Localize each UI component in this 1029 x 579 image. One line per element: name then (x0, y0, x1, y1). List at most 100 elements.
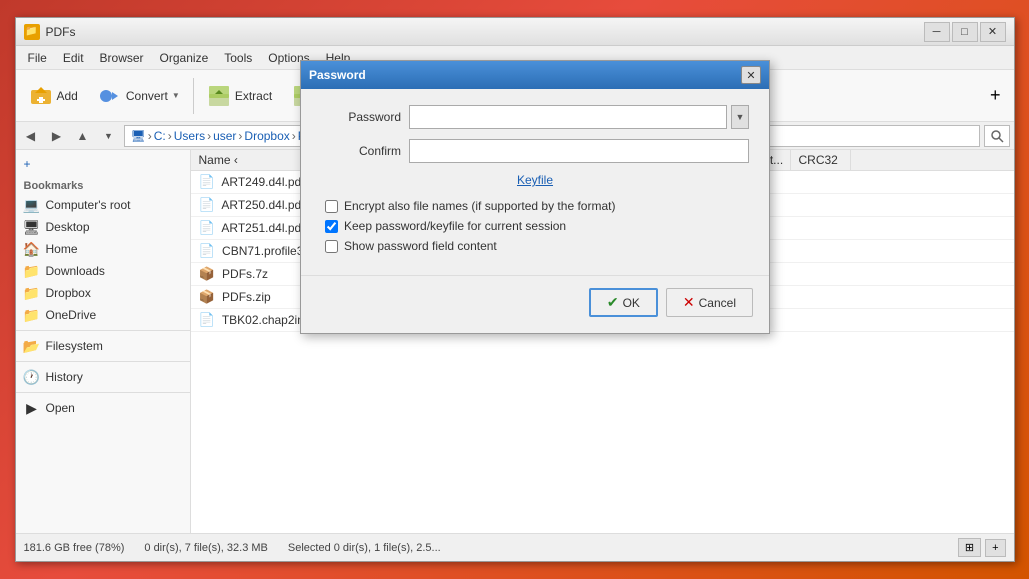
desktop-icon: 🖥 (24, 219, 40, 235)
show-password-checkbox[interactable] (325, 240, 338, 253)
sidebar-item-onedrive[interactable]: 📁 OneDrive (16, 304, 190, 326)
convert-button[interactable]: Convert ▼ (89, 76, 189, 116)
path-users[interactable]: Users (174, 129, 205, 143)
add-icon (29, 84, 53, 108)
file-crc-2 (791, 225, 851, 231)
onedrive-icon: 📁 (24, 307, 40, 323)
show-password-label: Show password field content (344, 239, 497, 253)
pdf-icon-2: 📄 (199, 220, 215, 235)
extract-icon (207, 84, 231, 108)
title-bar: 📁 PDFs ─ □ ✕ (16, 18, 1014, 46)
dropdown-button[interactable]: ▼ (98, 125, 120, 147)
menu-organize[interactable]: Organize (152, 49, 217, 67)
path-computer-icon: 🖥 (131, 129, 146, 143)
path-dropbox[interactable]: Dropbox (244, 129, 289, 143)
sidebar-item-computer-root[interactable]: 💻 Computer's root (16, 194, 190, 216)
file-crc-6 (791, 317, 851, 323)
sidebar-item-open[interactable]: ▶ Open (16, 397, 190, 419)
dialog-title: Password (309, 68, 741, 82)
toolbar-sep-1 (193, 78, 194, 114)
password-dropdown-button[interactable]: ▼ (731, 105, 749, 129)
pdf-icon-6: 📄 (199, 312, 215, 327)
cancel-x-icon: ✕ (683, 294, 695, 311)
minimize-button[interactable]: ─ (924, 22, 950, 42)
sidebar-item-desktop[interactable]: 🖥 Desktop (16, 216, 190, 238)
sidebar-item-history-label: History (46, 370, 83, 384)
dialog-close-button[interactable]: ✕ (741, 66, 761, 84)
extract-button[interactable]: Extract (198, 76, 281, 116)
search-box[interactable] (984, 125, 1010, 147)
password-dialog: Password ✕ Password ▼ Confirm Keyfile (300, 60, 770, 334)
sidebar-item-downloads[interactable]: 📁 Downloads (16, 260, 190, 282)
keyfile-link-row: Keyfile (321, 173, 749, 187)
maximize-button[interactable]: □ (952, 22, 978, 42)
encrypt-names-checkbox[interactable] (325, 200, 338, 213)
keyfile-link[interactable]: Keyfile (517, 173, 553, 187)
confirm-input[interactable] (409, 139, 749, 163)
archive-icon-4: 📦 (199, 266, 215, 281)
sidebar-item-filesystem[interactable]: 📂 Filesystem (16, 335, 190, 357)
dialog-buttons: ✔ OK ✕ Cancel (301, 275, 769, 333)
sidebar-item-open-label: Open (46, 401, 75, 415)
up-button[interactable]: ▲ (72, 125, 94, 147)
file-crc-1 (791, 202, 851, 208)
password-input-wrapper: ▼ (409, 105, 749, 129)
encrypt-names-row: Encrypt also file names (if supported by… (321, 199, 749, 213)
sidebar: + Bookmarks 💻 Computer's root 🖥 Desktop … (16, 150, 191, 533)
open-icon: ▶ (24, 400, 40, 416)
file-crc-4 (791, 271, 851, 277)
password-input[interactable] (409, 105, 727, 129)
window-title: PDFs (46, 25, 924, 39)
pdf-icon-3: 📄 (199, 243, 215, 258)
sidebar-bookmarks-label: Bookmarks (16, 178, 190, 194)
sidebar-item-filesystem-label: Filesystem (46, 339, 103, 353)
sidebar-item-home[interactable]: 🏠 Home (16, 238, 190, 260)
confirm-input-wrapper (409, 139, 749, 163)
password-field-row: Password ▼ (321, 105, 749, 129)
menu-tools[interactable]: Tools (216, 49, 260, 67)
archive-icon-5: 📦 (199, 289, 215, 304)
menu-file[interactable]: File (20, 49, 55, 67)
sidebar-item-computer-root-label: Computer's root (46, 198, 131, 212)
disk-info: 181.6 GB free (78%) (24, 542, 125, 554)
sidebar-divider-2 (16, 361, 190, 362)
menu-edit[interactable]: Edit (55, 49, 92, 67)
convert-label: Convert (126, 89, 168, 103)
dialog-body: Password ▼ Confirm Keyfile Encrypt also … (301, 89, 769, 275)
extract-label: Extract (235, 89, 272, 103)
sidebar-add-button[interactable]: + (16, 154, 190, 174)
home-icon: 🏠 (24, 241, 40, 257)
convert-dropdown-arrow: ▼ (172, 91, 180, 100)
col-header-crc[interactable]: CRC32 (791, 150, 851, 170)
confirm-label: Confirm (321, 144, 401, 158)
add-button[interactable]: Add (20, 76, 87, 116)
keep-password-checkbox[interactable] (325, 220, 338, 233)
cancel-label: Cancel (699, 296, 736, 310)
show-password-row: Show password field content (321, 239, 749, 253)
sidebar-item-dropbox[interactable]: 📁 Dropbox (16, 282, 190, 304)
sidebar-divider-3 (16, 392, 190, 393)
toolbar-add-btn[interactable]: + (981, 76, 1010, 116)
menu-browser[interactable]: Browser (92, 49, 152, 67)
window-controls: ─ □ ✕ (924, 22, 1006, 42)
password-label: Password (321, 110, 401, 124)
dialog-cancel-button[interactable]: ✕ Cancel (666, 288, 753, 317)
path-c[interactable]: C: (154, 129, 166, 143)
forward-button[interactable]: ▶ (46, 125, 68, 147)
pdf-icon-0: 📄 (199, 174, 215, 189)
sidebar-item-downloads-label: Downloads (46, 264, 105, 278)
sidebar-item-history[interactable]: 🕐 History (16, 366, 190, 388)
dialog-ok-button[interactable]: ✔ OK (589, 288, 658, 317)
keep-password-row: Keep password/keyfile for current sessio… (321, 219, 749, 233)
selected-info: Selected 0 dir(s), 1 file(s), 2.5... (288, 542, 441, 554)
downloads-folder-icon: 📁 (24, 263, 40, 279)
path-user[interactable]: user (213, 129, 236, 143)
encrypt-names-label: Encrypt also file names (if supported by… (344, 199, 615, 213)
close-button[interactable]: ✕ (980, 22, 1006, 42)
back-button[interactable]: ◀ (20, 125, 42, 147)
status-add-button[interactable]: + (985, 539, 1005, 557)
app-icon: 📁 (24, 24, 40, 40)
status-view-button[interactable]: ⊞ (958, 538, 981, 557)
dir-info: 0 dir(s), 7 file(s), 32.3 MB (144, 542, 267, 554)
file-crc-5 (791, 294, 851, 300)
